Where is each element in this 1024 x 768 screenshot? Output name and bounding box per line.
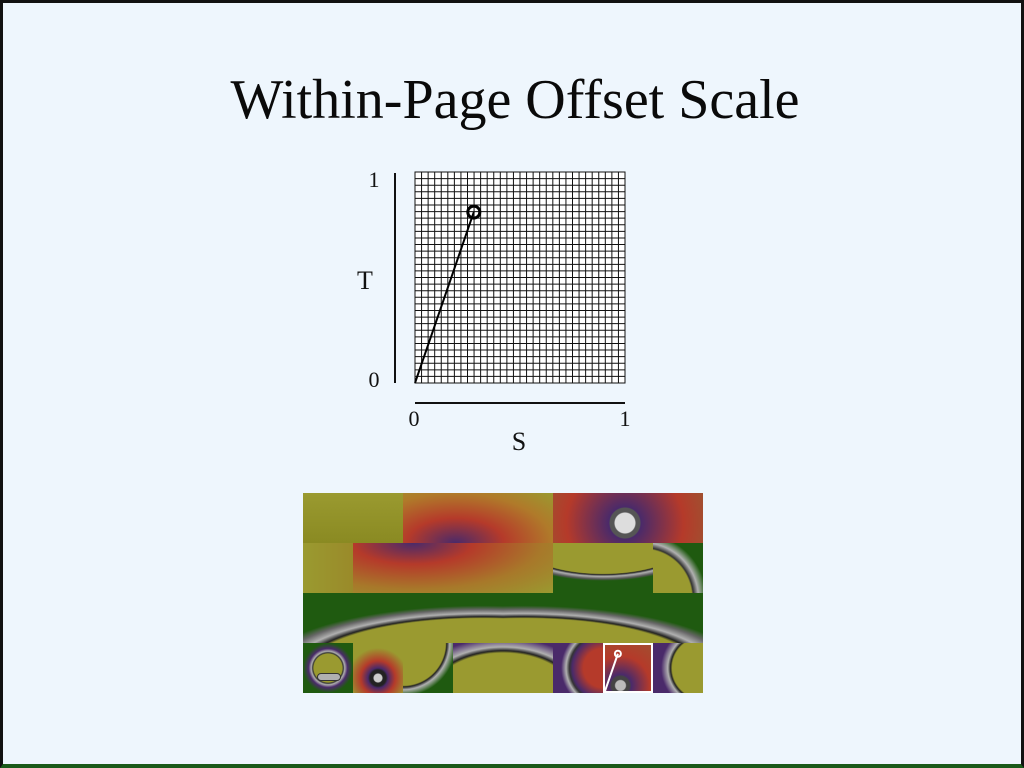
texture-tile (653, 643, 703, 693)
texture-tile (303, 643, 353, 693)
uv-grid (414, 171, 626, 384)
texture-tile (303, 593, 503, 643)
texture-tile (353, 643, 403, 693)
current-page-highlight (603, 643, 653, 693)
s-tick-min: 0 (409, 406, 420, 431)
texture-tile (553, 493, 703, 543)
texture-tile (403, 493, 553, 543)
texture-tile (503, 593, 703, 643)
texture-mosaic (303, 493, 703, 693)
texture-tile (303, 543, 353, 593)
texture-tile (453, 643, 553, 693)
texture-tile (553, 643, 603, 693)
texture-tile (403, 643, 453, 693)
t-axis-label: T (357, 266, 373, 295)
texture-tile (303, 493, 403, 543)
s-tick-max: 1 (620, 406, 631, 431)
t-tick-min: 0 (369, 367, 380, 392)
texture-tile (553, 543, 653, 593)
slide: Within-Page Offset Scale 1 0 T 0 1 S (0, 0, 1024, 768)
texture-detail (317, 673, 341, 681)
s-axis-label: S (512, 427, 526, 456)
texture-tile (353, 543, 553, 593)
t-tick-max: 1 (369, 167, 380, 192)
texture-tile (653, 543, 703, 593)
mini-offset-point (613, 649, 622, 658)
mini-offset-indicator (605, 649, 622, 691)
mini-offset-line (605, 653, 619, 691)
